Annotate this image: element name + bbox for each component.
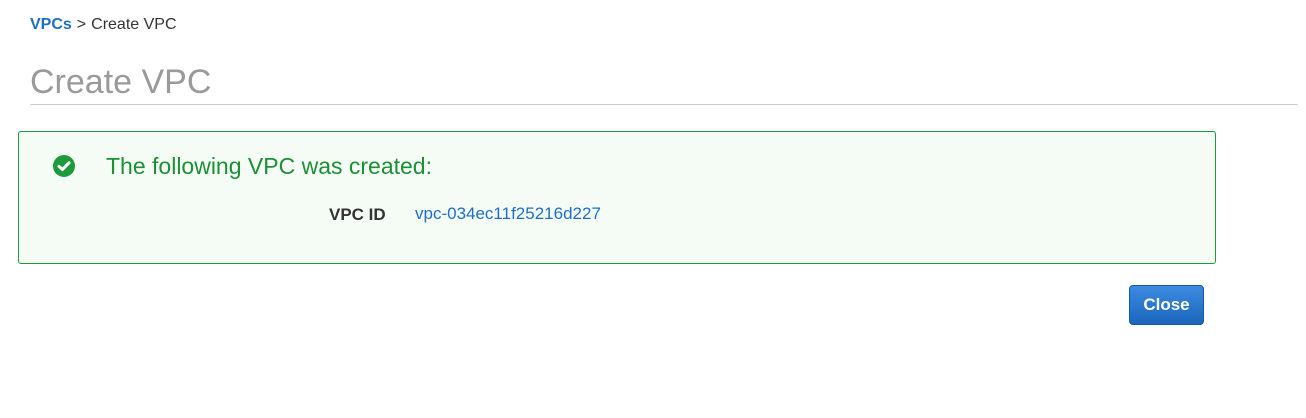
breadcrumb: VPCs > Create VPC bbox=[30, 15, 177, 35]
alert-heading: The following VPC was created: bbox=[106, 153, 432, 179]
success-alert: The following VPC was created: VPC ID vp… bbox=[18, 131, 1216, 264]
create-vpc-page: VPCs > Create VPC Create VPC The following… bbox=[0, 0, 1306, 418]
close-button[interactable]: Close bbox=[1129, 285, 1204, 325]
page-title: Create VPC bbox=[30, 63, 212, 101]
breadcrumb-current: Create VPC bbox=[91, 16, 177, 33]
check-circle-icon bbox=[53, 155, 75, 177]
vpc-id-link[interactable]: vpc-034ec11f25216d227 bbox=[415, 203, 601, 225]
title-divider bbox=[30, 104, 1298, 105]
breadcrumb-separator: > bbox=[76, 16, 87, 33]
vpc-id-label: VPC ID bbox=[329, 205, 386, 224]
breadcrumb-link-vpcs[interactable]: VPCs bbox=[30, 16, 72, 33]
